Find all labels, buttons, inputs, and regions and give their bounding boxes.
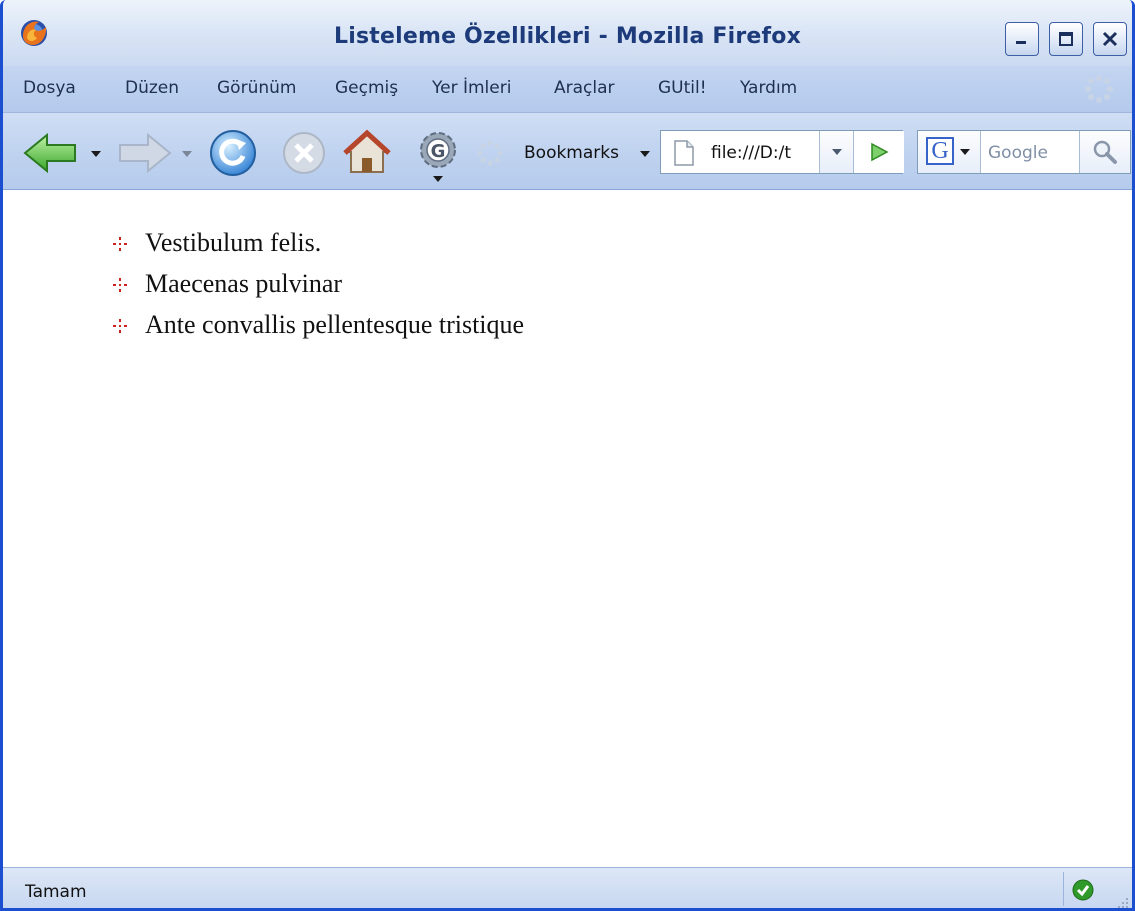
minimize-button[interactable] xyxy=(1005,22,1039,56)
menu-bookmarks[interactable]: Yer İmleri xyxy=(432,78,511,98)
maximize-icon xyxy=(1059,32,1073,46)
menu-file[interactable]: Dosya xyxy=(23,78,76,98)
list-item-text: Maecenas pulvinar xyxy=(145,269,343,298)
bullet-icon xyxy=(113,319,127,333)
list-item: Ante convallis pellentesque tristique xyxy=(111,308,524,349)
status-bar: Tamam xyxy=(3,867,1132,910)
menu-tools[interactable]: Araçlar xyxy=(554,78,615,98)
search-input[interactable]: Google xyxy=(988,143,1048,163)
bullet-list: Vestibulum felis. Maecenas pulvinar Ante… xyxy=(111,226,524,349)
forward-arrow-icon[interactable] xyxy=(116,131,172,175)
page-icon xyxy=(674,140,694,166)
back-history-dropdown[interactable] xyxy=(91,151,101,157)
resize-grip-icon[interactable] xyxy=(1114,894,1130,910)
menu-bar: Dosya Düzen Görünüm Geçmiş Yer İmleri Ar… xyxy=(3,66,1132,113)
google-logo-icon: G xyxy=(926,137,954,165)
maximize-button[interactable] xyxy=(1049,22,1083,56)
minimize-icon xyxy=(1016,41,1026,44)
gutil-gear-icon[interactable]: G xyxy=(417,128,459,184)
forward-history-dropdown[interactable] xyxy=(182,151,192,157)
menu-gutil[interactable]: GUtil! xyxy=(658,78,707,98)
menu-history[interactable]: Geçmiş xyxy=(335,78,398,98)
search-engine-selector[interactable]: G xyxy=(918,131,981,173)
checkmark-status-icon[interactable] xyxy=(1071,878,1095,902)
stop-icon[interactable] xyxy=(281,130,327,176)
list-item-text: Ante convallis pellentesque tristique xyxy=(145,310,525,339)
chevron-down-icon xyxy=(960,149,970,155)
go-arrow-icon xyxy=(871,142,889,162)
list-item: Maecenas pulvinar xyxy=(111,267,524,308)
close-button[interactable] xyxy=(1093,22,1127,56)
browser-window: Listeleme Özellikleri - Mozilla Firefox … xyxy=(0,0,1135,911)
bookmarks-dropdown[interactable] xyxy=(640,151,650,157)
page-content: Vestibulum felis. Maecenas pulvinar Ante… xyxy=(3,190,1132,867)
bullet-icon xyxy=(113,237,127,251)
magnifier-icon xyxy=(1093,140,1117,164)
go-button[interactable] xyxy=(853,131,904,173)
bullet-icon xyxy=(113,278,127,292)
home-icon[interactable] xyxy=(343,128,391,176)
menu-view[interactable]: Görünüm xyxy=(217,78,296,98)
reload-icon[interactable] xyxy=(208,128,258,178)
search-bar[interactable]: G Google xyxy=(917,130,1131,174)
status-divider xyxy=(1063,872,1064,906)
url-bar[interactable]: file:///D:/t xyxy=(660,130,904,174)
loading-indicator-icon xyxy=(477,140,503,166)
title-bar[interactable]: Listeleme Özellikleri - Mozilla Firefox xyxy=(3,0,1132,66)
url-input[interactable]: file:///D:/t xyxy=(711,143,821,163)
menu-edit[interactable]: Düzen xyxy=(125,78,179,98)
svg-text:G: G xyxy=(431,141,446,162)
list-item-text: Vestibulum felis. xyxy=(145,228,322,257)
back-arrow-icon[interactable] xyxy=(23,131,79,175)
list-item: Vestibulum felis. xyxy=(111,226,524,267)
close-icon xyxy=(1102,31,1118,47)
bookmarks-button[interactable]: Bookmarks xyxy=(524,143,619,163)
activity-throbber-icon xyxy=(1085,75,1113,103)
chevron-down-icon xyxy=(832,149,842,155)
url-history-dropdown[interactable] xyxy=(819,131,854,173)
status-text: Tamam xyxy=(25,882,87,902)
search-button[interactable] xyxy=(1079,131,1130,173)
window-title: Listeleme Özellikleri - Mozilla Firefox xyxy=(334,24,801,49)
menu-help[interactable]: Yardım xyxy=(740,78,797,98)
